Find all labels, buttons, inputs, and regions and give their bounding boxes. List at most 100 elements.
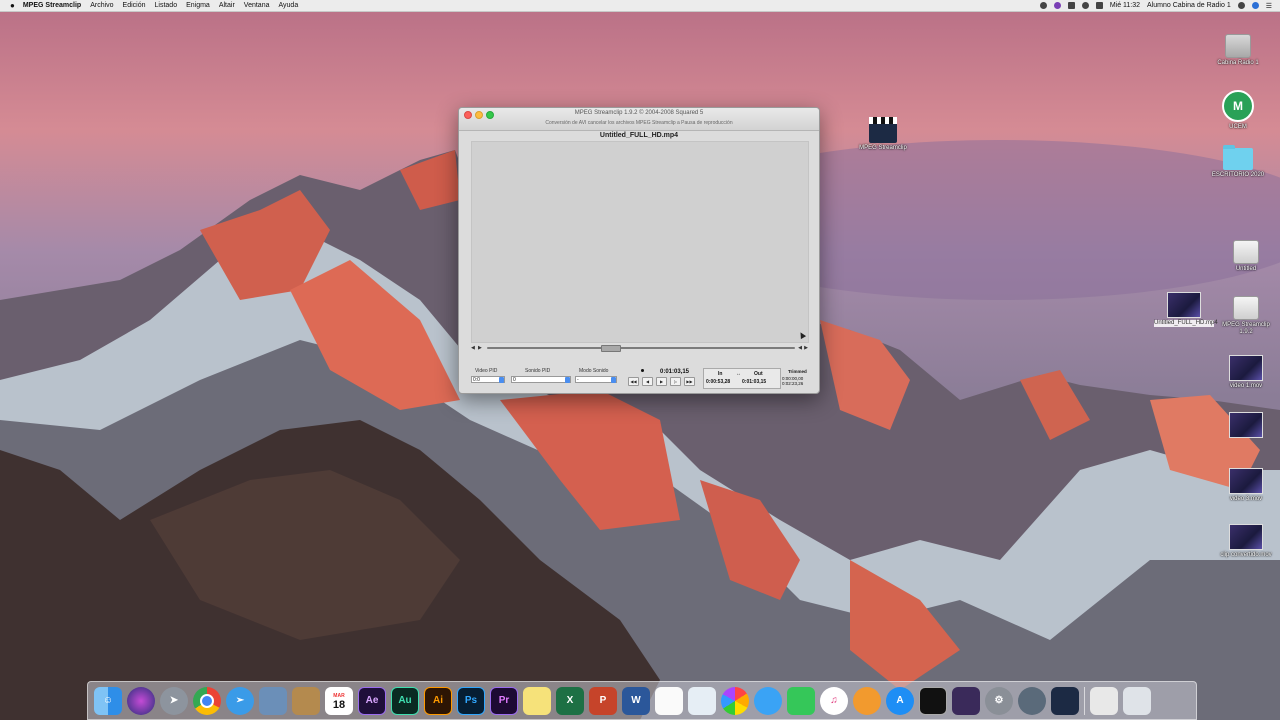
final-cut-icon[interactable] (919, 686, 947, 715)
system-preferences-icon[interactable]: ⚙ (985, 686, 1013, 715)
illustrator-icon[interactable]: Ai (424, 686, 452, 715)
timeline-track[interactable] (487, 347, 795, 349)
ibooks-icon[interactable] (853, 686, 881, 715)
volume-icon[interactable] (1095, 2, 1103, 9)
desktop-icon-clip-convertido[interactable]: clip convertido.mov (1216, 524, 1276, 559)
user-avatar-icon[interactable] (1251, 2, 1259, 9)
mail-icon[interactable] (688, 686, 716, 715)
video-preview-area[interactable] (471, 141, 809, 343)
out-value[interactable]: 0:01:03,15 (742, 379, 766, 385)
out-label: Out (754, 371, 763, 377)
fast-forward-button[interactable]: ▶▶ (684, 377, 695, 386)
downloads-icon[interactable] (1090, 686, 1118, 715)
chrome-icon[interactable] (193, 686, 221, 715)
menu-bar: ● MPEG Streamclip Archivo Edición Listad… (0, 0, 1280, 12)
facetime-icon[interactable] (787, 686, 815, 715)
step-forward-button[interactable]: ▷ (670, 377, 681, 386)
sound-pid-label: Sonido PID (525, 368, 551, 374)
window-titlebar[interactable]: MPEG Streamclip 1.9.2 © 2004-2008 Square… (459, 108, 819, 131)
dock: ☺ ➤ ➢ MAR 18 Ae Au Ai Ps Pr X P W ♫ A ⚙ (87, 681, 1197, 720)
disk-image-icon (1233, 296, 1259, 320)
drive-icon (1233, 240, 1259, 264)
notes-icon[interactable] (292, 686, 320, 715)
in-value[interactable]: 0:00:53,28 (706, 379, 730, 385)
video-thumbnail-icon (1167, 292, 1201, 318)
powerpoint-icon[interactable]: P (589, 686, 617, 715)
menu-edicion[interactable]: Edición (123, 2, 146, 9)
record-dot-icon (641, 369, 644, 372)
photos-icon[interactable] (721, 686, 749, 715)
video-pid-value: 0:0 (473, 377, 480, 383)
desktop-icon-video-3[interactable]: video 3.mov (1216, 468, 1276, 503)
launchpad-icon[interactable]: ➤ (160, 686, 188, 715)
excel-icon[interactable]: X (556, 686, 584, 715)
desktop-icon-mpeg-streamclip[interactable]: MPEG Streamclip (853, 117, 913, 152)
play-button[interactable]: ▶ (656, 377, 667, 386)
desktop-icon-untitled-drive[interactable]: Untitled (1216, 240, 1276, 273)
siri-icon[interactable] (127, 686, 155, 715)
app-status-icon[interactable] (1053, 2, 1061, 9)
desktop-icon-video-2[interactable] (1216, 412, 1276, 438)
menu-user[interactable]: Alumno Cabina de Radio 1 (1147, 2, 1231, 9)
premiere-icon[interactable]: Pr (490, 686, 518, 715)
sound-pid-select[interactable]: 0 (511, 376, 571, 383)
menu-app-name[interactable]: MPEG Streamclip (23, 2, 81, 9)
finder-icon[interactable]: ☺ (94, 686, 122, 715)
stepper-icon (565, 377, 570, 383)
calendar-icon[interactable]: MAR 18 (325, 686, 353, 715)
step-back-icon[interactable]: ◀ (471, 345, 475, 351)
search-icon[interactable] (1237, 2, 1245, 9)
safari-icon[interactable]: ➢ (226, 686, 254, 715)
menu-ventana[interactable]: Ventana (244, 2, 270, 9)
sound-pid-value: 0 (513, 377, 516, 383)
compressor-icon[interactable] (952, 686, 980, 715)
timeline-playhead[interactable] (601, 345, 621, 352)
menu-clock[interactable]: Mié 11:32 (1110, 2, 1140, 9)
stickies-icon[interactable] (523, 686, 551, 715)
timeline-scrubber[interactable]: ◀ ▶ ◀ ▶ (469, 344, 809, 352)
textedit-icon[interactable] (655, 686, 683, 715)
step-back-right-icon[interactable]: ◀ (798, 345, 802, 351)
notification-center-icon[interactable]: ☰ (1266, 2, 1272, 10)
photoshop-icon[interactable]: Ps (457, 686, 485, 715)
trash-icon[interactable] (1123, 686, 1151, 715)
video-pid-select[interactable]: 0:0 (471, 376, 505, 383)
audition-icon[interactable]: Au (391, 686, 419, 715)
display-icon[interactable] (1067, 2, 1075, 9)
in-label: In (718, 371, 723, 377)
menu-ayuda[interactable]: Ayuda (278, 2, 298, 9)
menu-archivo[interactable]: Archivo (90, 2, 113, 9)
app-store-icon[interactable]: A (886, 686, 914, 715)
menu-enigma[interactable]: Enigma (186, 2, 210, 9)
mpeg-streamclip-dock-icon[interactable] (1051, 686, 1079, 715)
apple-menu-icon[interactable]: ● (10, 1, 15, 10)
play-small-icon[interactable]: ▶ (478, 345, 482, 351)
hard-drive-icon (1225, 34, 1251, 58)
desktop-icon-video-1[interactable]: video 1.mov (1216, 355, 1276, 390)
desktop-icon-untitled-video[interactable]: Untitled_FULL_HD.mp4 (1154, 292, 1218, 327)
menu-listado[interactable]: Listado (155, 2, 178, 9)
desktop-icon-mpeg-disk[interactable]: MPEG Streamclip 1.9.2 (1216, 296, 1276, 336)
after-effects-icon[interactable]: Ae (358, 686, 386, 715)
stepper-icon (499, 377, 504, 383)
window-title: MPEG Streamclip 1.9.2 © 2004-2008 Square… (574, 110, 704, 116)
stepper-icon (611, 377, 616, 383)
preview-icon[interactable] (259, 686, 287, 715)
itunes-icon[interactable]: ♫ (820, 686, 848, 715)
sound-mode-select[interactable]: - (575, 376, 617, 383)
desktop-icon-ucem[interactable]: M UCEM (1208, 90, 1268, 131)
desktop-icon-cabina-radio[interactable]: Cabina Radio 1 (1208, 34, 1268, 67)
step-forward-icon[interactable]: ▶ (804, 345, 808, 351)
video-file-icon (1229, 355, 1263, 381)
desktop-icon-escritorio[interactable]: ESCRITORIO 2020 (1208, 145, 1268, 179)
wifi-icon[interactable] (1081, 2, 1089, 9)
quicktime-icon[interactable] (1018, 686, 1046, 715)
record-status-icon[interactable] (1039, 2, 1047, 9)
folder-icon (1223, 145, 1253, 170)
messages-icon[interactable] (754, 686, 782, 715)
step-back-button[interactable]: ◀ (642, 377, 653, 386)
menu-bar-status: Mié 11:32 Alumno Cabina de Radio 1 ☰ (1039, 0, 1272, 11)
menu-altair[interactable]: Altair (219, 2, 235, 9)
word-icon[interactable]: W (622, 686, 650, 715)
rewind-button[interactable]: ◀◀ (628, 377, 639, 386)
